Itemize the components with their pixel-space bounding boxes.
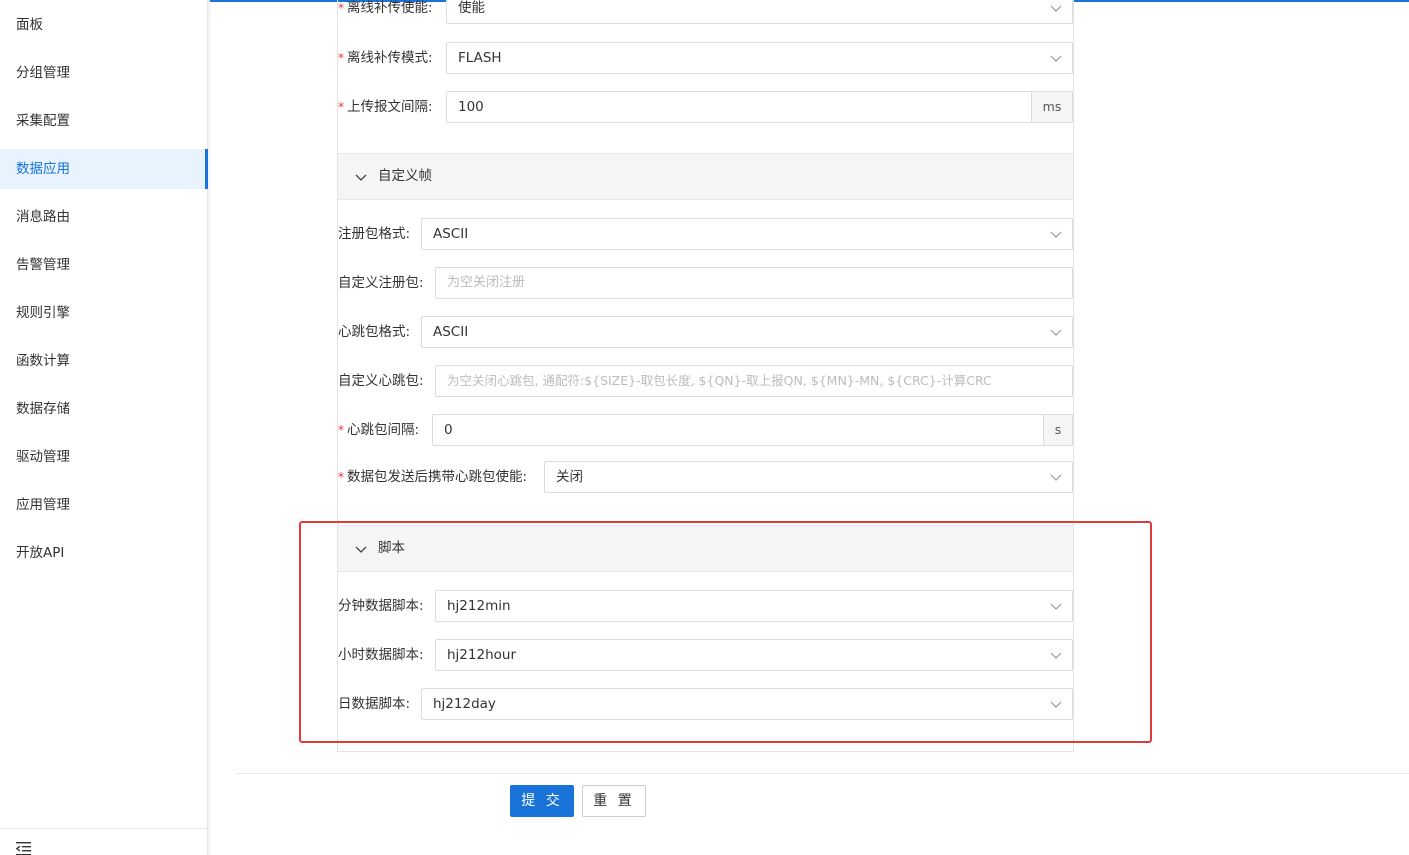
- sidebar-item-data-application[interactable]: 数据应用: [0, 149, 208, 189]
- offline-enable-value: 使能: [458, 0, 485, 16]
- section-custom-frame-title: 自定义帧: [378, 168, 432, 184]
- form-row-custom-register: 自定义注册包: 为空关闭注册: [338, 267, 1074, 299]
- sidebar: 面板 分组管理 采集配置 数据应用 消息路由 告警管理 规则引擎 函数计算 数据…: [0, 0, 208, 855]
- sidebar-item-data-storage[interactable]: 数据存储: [0, 389, 208, 429]
- submit-button[interactable]: 提 交: [510, 785, 574, 817]
- hour-script-select[interactable]: hj212hour: [435, 639, 1073, 671]
- section-script-title: 脚本: [378, 540, 405, 556]
- sidebar-item-driver-management[interactable]: 驱动管理: [0, 437, 208, 477]
- upload-interval-label: * 上传报文间隔:: [338, 99, 433, 115]
- chevron-down-icon: [1050, 652, 1062, 659]
- sidebar-footer: [0, 828, 208, 855]
- offline-enable-select[interactable]: 使能: [446, 0, 1073, 24]
- form-row-heartbeat-format: 心跳包格式: ASCII: [338, 316, 1074, 348]
- form-row-offline-mode: * 离线补传模式: FLASH: [338, 42, 1074, 74]
- form-row-upload-interval: * 上传报文间隔: 100 ms: [338, 91, 1074, 123]
- form-row-hour-script: 小时数据脚本: hj212hour: [338, 639, 1074, 671]
- heartbeat-format-select[interactable]: ASCII: [421, 316, 1073, 348]
- chevron-down-icon: [1050, 231, 1062, 238]
- upload-interval-unit: ms: [1031, 92, 1072, 122]
- register-format-value: ASCII: [433, 226, 469, 242]
- offline-mode-value: FLASH: [458, 50, 502, 66]
- chevron-down-icon: [355, 546, 367, 553]
- offline-enable-label: * 离线补传使能:: [338, 0, 433, 16]
- heartbeat-format-label: 心跳包格式:: [338, 324, 411, 340]
- sidebar-item-open-api[interactable]: 开放API: [0, 533, 208, 573]
- chevron-down-icon: [1050, 329, 1062, 336]
- chevron-down-icon: [1050, 701, 1062, 708]
- sidebar-item-message-routing[interactable]: 消息路由: [0, 197, 208, 237]
- heartbeat-after-data-label: * 数据包发送后携带心跳包使能:: [338, 469, 528, 485]
- form-row-register-format: 注册包格式: ASCII: [338, 218, 1074, 250]
- heartbeat-interval-input[interactable]: 0 s: [432, 414, 1073, 446]
- menu-collapse-icon[interactable]: [16, 841, 32, 855]
- sidebar-item-collection-config[interactable]: 采集配置: [0, 101, 208, 141]
- heartbeat-format-value: ASCII: [433, 324, 469, 340]
- sidebar-item-group-management[interactable]: 分组管理: [0, 53, 208, 93]
- register-format-label: 注册包格式:: [338, 226, 411, 242]
- heartbeat-after-data-value: 关闭: [556, 469, 583, 485]
- footer-divider: [237, 773, 1409, 774]
- custom-heartbeat-input[interactable]: 为空关闭心跳包, 通配符:${SIZE}-取包长度, ${QN}-取上报QN, …: [435, 365, 1073, 397]
- heartbeat-interval-value: 0: [444, 422, 453, 438]
- heartbeat-after-data-select[interactable]: 关闭: [544, 461, 1073, 493]
- day-script-value: hj212day: [433, 696, 496, 712]
- heartbeat-interval-unit: s: [1043, 415, 1072, 445]
- custom-register-placeholder: 为空关闭注册: [447, 275, 526, 290]
- chevron-down-icon: [1050, 5, 1062, 12]
- form-row-custom-heartbeat: 自定义心跳包: 为空关闭心跳包, 通配符:${SIZE}-取包长度, ${QN}…: [338, 365, 1074, 397]
- sidebar-shadow: [208, 0, 212, 855]
- custom-register-input[interactable]: 为空关闭注册: [435, 267, 1073, 299]
- offline-mode-label: * 离线补传模式:: [338, 50, 433, 66]
- minute-script-label: 分钟数据脚本:: [338, 598, 424, 614]
- chevron-down-icon: [1050, 474, 1062, 481]
- upload-interval-input[interactable]: 100 ms: [446, 91, 1073, 123]
- section-custom-frame-header[interactable]: 自定义帧: [338, 153, 1073, 200]
- sidebar-item-rule-engine[interactable]: 规则引擎: [0, 293, 208, 333]
- minute-script-value: hj212min: [447, 598, 511, 614]
- custom-register-label: 自定义注册包:: [338, 275, 424, 291]
- chevron-down-icon: [355, 174, 367, 181]
- custom-heartbeat-label: 自定义心跳包:: [338, 373, 424, 389]
- sidebar-item-app-management[interactable]: 应用管理: [0, 485, 208, 525]
- chevron-down-icon: [1050, 55, 1062, 62]
- form-row-minute-script: 分钟数据脚本: hj212min: [338, 590, 1074, 622]
- day-script-select[interactable]: hj212day: [421, 688, 1073, 720]
- form-row-day-script: 日数据脚本: hj212day: [338, 688, 1074, 720]
- form-row-heartbeat-after-data: * 数据包发送后携带心跳包使能: 关闭: [338, 461, 1074, 493]
- day-script-label: 日数据脚本:: [338, 696, 411, 712]
- app-root: 面板 分组管理 采集配置 数据应用 消息路由 告警管理 规则引擎 函数计算 数据…: [0, 0, 1409, 855]
- chevron-down-icon: [1050, 603, 1062, 610]
- upload-interval-value: 100: [458, 99, 484, 115]
- heartbeat-interval-label: * 心跳包间隔:: [338, 422, 420, 438]
- custom-heartbeat-placeholder: 为空关闭心跳包, 通配符:${SIZE}-取包长度, ${QN}-取上报QN, …: [447, 373, 992, 388]
- hour-script-label: 小时数据脚本:: [338, 647, 424, 663]
- sidebar-item-function-compute[interactable]: 函数计算: [0, 341, 208, 381]
- sidebar-item-alarm-management[interactable]: 告警管理: [0, 245, 208, 285]
- sidebar-item-dashboard[interactable]: 面板: [0, 5, 208, 45]
- offline-mode-select[interactable]: FLASH: [446, 42, 1073, 74]
- minute-script-select[interactable]: hj212min: [435, 590, 1073, 622]
- register-format-select[interactable]: ASCII: [421, 218, 1073, 250]
- hour-script-value: hj212hour: [447, 647, 516, 663]
- form-row-heartbeat-interval: * 心跳包间隔: 0 s: [338, 414, 1074, 446]
- form-row-offline-enable: * 离线补传使能: 使能: [338, 0, 1074, 24]
- reset-button[interactable]: 重 置: [582, 785, 646, 817]
- section-script-header[interactable]: 脚本: [338, 525, 1073, 572]
